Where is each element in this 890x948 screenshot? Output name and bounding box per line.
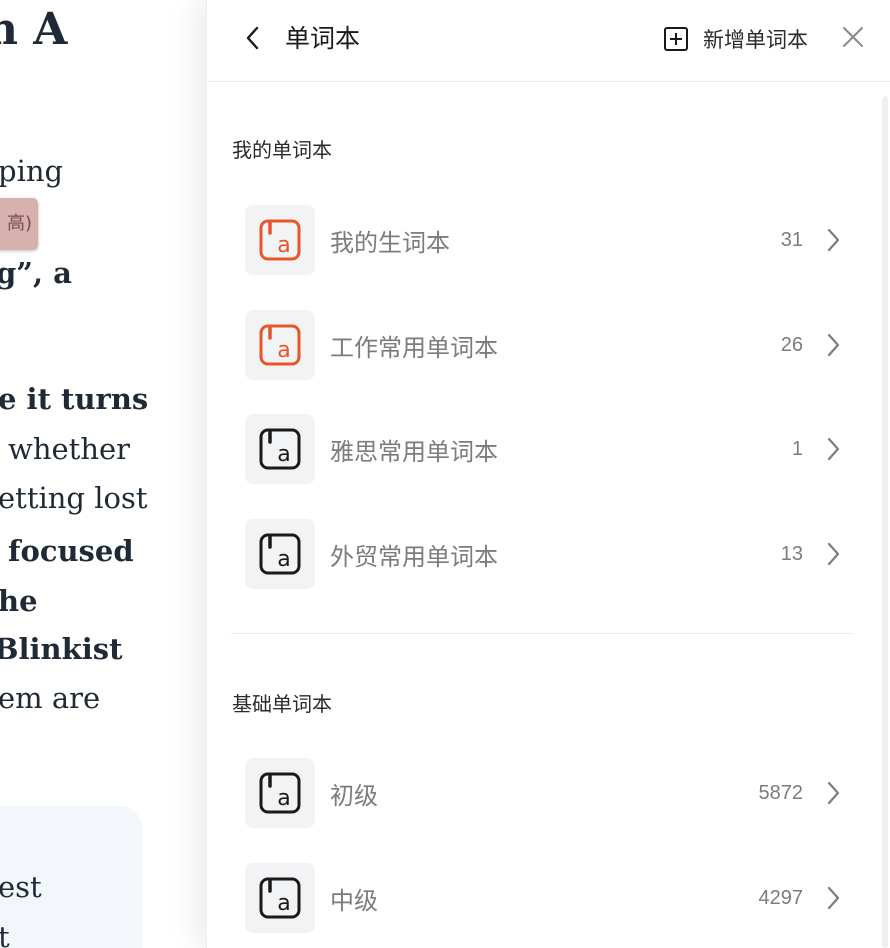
chevron-left-icon [246, 26, 259, 50]
vocabulary-book-name: 工作常用单词本 [330, 333, 498, 362]
word-count: 31 [780, 228, 803, 251]
section-title-basic-books: 基础单词本 [232, 692, 332, 716]
article-line: ping [0, 154, 64, 188]
article-line: Blinkist [0, 632, 123, 666]
svg-text:a: a [277, 547, 290, 572]
word-count: 4297 [758, 886, 804, 909]
vocabulary-book-row[interactable]: a 我的生词本 31 [245, 205, 845, 275]
plus-square-icon [664, 27, 688, 51]
vocabulary-book-name: 我的生词本 [330, 228, 450, 257]
close-button[interactable] [837, 20, 869, 54]
article-line: em are [0, 681, 101, 715]
section-title-my-books: 我的单词本 [232, 138, 332, 162]
chevron-right-icon [821, 539, 845, 569]
word-count: 13 [780, 542, 803, 565]
chevron-right-icon [821, 225, 845, 255]
article-line: focused [8, 534, 134, 568]
add-vocabulary-book-button[interactable]: 新增单词本 [663, 22, 808, 56]
vocabulary-book-icon: a [245, 758, 315, 828]
chevron-right-icon [821, 434, 845, 464]
vocabulary-book-row[interactable]: a 外贸常用单词本 13 [245, 519, 845, 589]
article-line: est [0, 870, 42, 904]
vocabulary-book-row[interactable]: a 雅思常用单词本 1 [245, 414, 845, 484]
highlight-tag[interactable]: 高) [0, 198, 38, 250]
chevron-right-icon [821, 330, 845, 360]
vocabulary-book-icon: a [245, 205, 315, 275]
vocabulary-book-name: 外贸常用单词本 [330, 542, 498, 571]
article-line: t [0, 920, 10, 948]
add-vocabulary-book-label: 新增单词本 [703, 28, 808, 52]
vocabulary-drawer: 单词本 新增单词本 我的单词本 a 我的生词本 31 a 工作常用单词本 26 … [206, 0, 890, 948]
drawer-header: 单词本 新增单词本 [207, 0, 890, 82]
close-icon [843, 27, 863, 47]
article-line: etting lost [0, 481, 148, 515]
scrollbar[interactable] [882, 96, 888, 948]
svg-text:a: a [277, 338, 290, 363]
article-line: e it turns [0, 382, 149, 416]
svg-text:a: a [277, 442, 290, 467]
word-count: 26 [780, 333, 803, 356]
svg-text:a: a [277, 891, 290, 916]
vocabulary-book-row[interactable]: a 中级 4297 [245, 863, 845, 933]
vocabulary-book-icon: a [245, 414, 315, 484]
vocabulary-book-icon: a [245, 519, 315, 589]
article-line: g”, a [0, 256, 72, 290]
svg-text:a: a [277, 786, 290, 811]
background-article: n A ping 高) g”, a e it turns whether ett… [0, 0, 210, 948]
vocabulary-book-icon: a [245, 310, 315, 380]
article-line: he [0, 584, 38, 618]
svg-text:a: a [277, 233, 290, 258]
word-count: 5872 [758, 781, 804, 804]
vocabulary-book-name: 雅思常用单词本 [330, 437, 498, 466]
section-divider [231, 633, 853, 634]
chevron-right-icon [821, 883, 845, 913]
vocabulary-book-icon: a [245, 863, 315, 933]
article-line: whether [8, 432, 131, 466]
vocabulary-book-name: 中级 [330, 886, 378, 915]
back-button[interactable] [235, 20, 271, 56]
article-heading: n A [0, 4, 68, 55]
chevron-right-icon [821, 778, 845, 808]
vocabulary-book-row[interactable]: a 初级 5872 [245, 758, 845, 828]
vocabulary-book-row[interactable]: a 工作常用单词本 26 [245, 310, 845, 380]
page-title: 单词本 [285, 24, 361, 53]
word-count: 1 [791, 437, 803, 460]
vocabulary-book-name: 初级 [330, 781, 378, 810]
